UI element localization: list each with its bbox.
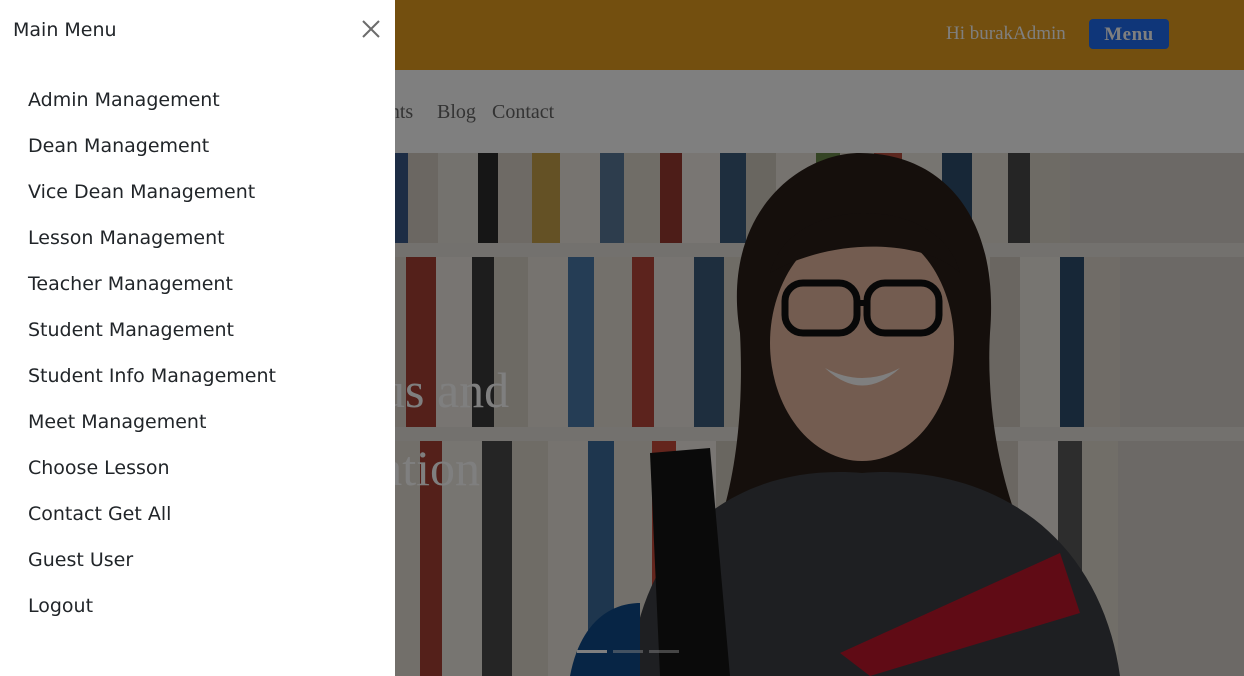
menu-item-lesson-management[interactable]: Lesson Management [28,222,276,268]
menu-item-meet-management[interactable]: Meet Management [28,406,276,452]
menu-item-contact-get-all[interactable]: Contact Get All [28,498,276,544]
offcanvas-main-menu: Main Menu Admin Management Dean Manageme… [0,0,395,676]
close-icon[interactable] [359,17,383,41]
menu-item-vice-dean-management[interactable]: Vice Dean Management [28,176,276,222]
offcanvas-title: Main Menu [13,19,117,41]
menu-item-logout[interactable]: Logout [28,590,276,636]
menu-item-student-management[interactable]: Student Management [28,314,276,360]
menu-item-guest-user[interactable]: Guest User [28,544,276,590]
menu-item-admin-management[interactable]: Admin Management [28,84,276,130]
menu-item-choose-lesson[interactable]: Choose Lesson [28,452,276,498]
menu-item-dean-management[interactable]: Dean Management [28,130,276,176]
menu-item-student-info-management[interactable]: Student Info Management [28,360,276,406]
offcanvas-menu-list: Admin Management Dean Management Vice De… [28,84,276,636]
menu-item-teacher-management[interactable]: Teacher Management [28,268,276,314]
